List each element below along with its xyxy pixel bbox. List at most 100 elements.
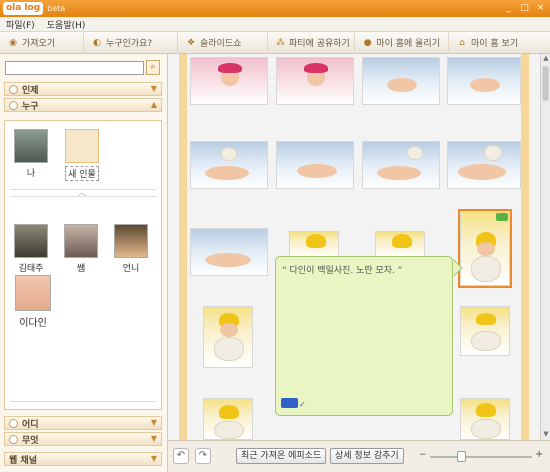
- photo-thumbnail[interactable]: [460, 306, 510, 356]
- avatar: [114, 224, 148, 258]
- photo-thumbnail[interactable]: [203, 306, 253, 368]
- home-label: 마이 홈 보기: [471, 39, 519, 49]
- upload-icon: ●: [363, 37, 372, 48]
- chevron-down-icon: ▼: [150, 84, 157, 93]
- photo-thumbnail[interactable]: [447, 57, 521, 105]
- person-name: 나: [26, 169, 36, 179]
- tag-icon: [9, 434, 18, 444]
- avatar: [14, 224, 48, 258]
- teddy-bear: [407, 146, 423, 160]
- person-me[interactable]: 나: [12, 129, 50, 179]
- photo-thumbnail[interactable]: [276, 141, 354, 189]
- pen-icon[interactable]: [281, 398, 298, 408]
- photo-thumbnail[interactable]: [190, 57, 268, 105]
- scroll-thumb[interactable]: [542, 66, 549, 101]
- minimize-button[interactable]: _: [502, 2, 515, 14]
- person-name: 언니: [122, 264, 140, 274]
- baby-hat: [218, 63, 242, 73]
- section-person-label: 인제: [22, 85, 39, 96]
- section-where-label: 어디: [22, 419, 39, 430]
- chevron-up-icon: ︿: [78, 188, 86, 197]
- vertical-scrollbar[interactable]: ▲ ▼: [540, 54, 550, 440]
- person-unni[interactable]: 언니: [112, 224, 150, 274]
- teddy-bear: [214, 337, 244, 361]
- scroll-down-arrow-icon[interactable]: ▼: [541, 430, 550, 440]
- person-new[interactable]: 새 인물: [62, 129, 102, 181]
- import-icon: ◉: [9, 37, 17, 48]
- view-home-button[interactable]: ⌂ 마이 홈 보기: [449, 32, 550, 54]
- photo-note-popup: “ 다인이 백일사진. 노란 모자. ” ✓: [275, 256, 453, 416]
- menu-help[interactable]: 도움말(H): [47, 18, 86, 31]
- photo-thumbnail[interactable]: [190, 141, 268, 189]
- photo-thumbnail[interactable]: [362, 141, 440, 189]
- baby-hat: [476, 313, 496, 325]
- rotate-left-button[interactable]: ↶: [173, 448, 189, 464]
- chevron-down-icon: ▼: [150, 454, 157, 463]
- photo-thumbnail[interactable]: [289, 231, 339, 259]
- person-ssaem[interactable]: 쌤: [62, 224, 100, 274]
- menu-file[interactable]: 파일(F): [6, 18, 35, 31]
- timeline-strip-right: [521, 54, 529, 440]
- photo-thumbnail[interactable]: [203, 398, 253, 440]
- bottom-bar: ↶ ↷ 최근 가져온 에피소드 상세 정보 감추기 − +: [168, 440, 550, 472]
- chevron-down-icon: ▼: [150, 418, 157, 427]
- photo-thumbnail[interactable]: [190, 228, 268, 276]
- photo-thumbnail[interactable]: [362, 57, 440, 105]
- search-input[interactable]: [5, 61, 144, 75]
- baby-hat: [306, 234, 326, 248]
- person-name: 김태주: [18, 264, 44, 274]
- close-button[interactable]: ×: [534, 2, 547, 14]
- rotate-right-button[interactable]: ↷: [195, 448, 211, 464]
- person-idain[interactable]: 이다인: [12, 275, 54, 329]
- share-label: 파티에 공유하기: [289, 39, 350, 49]
- person-name: 쌤: [76, 264, 86, 274]
- avatar: [15, 275, 51, 311]
- photo-thumbnail[interactable]: [447, 141, 521, 189]
- import-label: 가져오기: [22, 39, 56, 49]
- section-who[interactable]: 누구 ▲: [4, 98, 162, 112]
- photo-thumbnail[interactable]: [375, 231, 425, 259]
- chevron-up-icon: ▲: [150, 100, 157, 109]
- baby-face: [220, 323, 238, 337]
- location-icon: [9, 418, 18, 428]
- baby-body: [387, 78, 417, 92]
- collapse-divider[interactable]: ︿: [10, 188, 156, 197]
- person-kimtaeju[interactable]: 김태주: [12, 224, 50, 274]
- upload-home-button[interactable]: ● 마이 홈에 올리기: [355, 31, 449, 54]
- zoom-slider-handle[interactable]: [457, 451, 466, 462]
- share-icon: ⁂: [276, 37, 285, 48]
- note-text[interactable]: “ 다인이 백일사진. 노란 모자. ”: [282, 263, 402, 276]
- photo-thumbnail[interactable]: [460, 398, 510, 440]
- section-web-channel[interactable]: 웹 채널 ▼: [4, 452, 162, 466]
- slideshow-icon: ❖: [186, 37, 196, 48]
- clock-icon: [9, 84, 18, 94]
- scroll-up-arrow-icon[interactable]: ▲: [541, 54, 550, 64]
- zoom-in-icon[interactable]: +: [535, 449, 543, 460]
- new-person-label: 새 인물: [65, 166, 99, 181]
- baby-hat: [219, 405, 239, 419]
- search-button[interactable]: ⌕: [146, 60, 160, 75]
- zoom-slider[interactable]: [430, 456, 532, 458]
- pen-tip-icon: ✓: [299, 400, 306, 409]
- hide-details-button[interactable]: 상세 정보 감추기: [330, 448, 404, 464]
- baby-body: [205, 166, 249, 180]
- slideshow-button[interactable]: ❖ 슬라이드쇼: [178, 31, 268, 54]
- maximize-button[interactable]: □: [518, 2, 531, 14]
- recent-episode-button[interactable]: 최근 가져온 에피소드: [236, 448, 327, 464]
- section-who-label: 누구: [22, 101, 39, 112]
- share-button[interactable]: ⁂ 파티에 공유하기: [268, 31, 355, 54]
- baby-body: [377, 166, 421, 180]
- chevron-down-icon: ▼: [150, 434, 157, 443]
- teddy-bear: [214, 421, 244, 439]
- baby-body: [470, 78, 500, 92]
- baby-body: [297, 164, 337, 178]
- section-where[interactable]: 어디 ▼: [4, 416, 162, 430]
- import-button[interactable]: ◉ 가져오기: [0, 31, 84, 54]
- section-what[interactable]: 무엇 ▼: [4, 432, 162, 446]
- who-button[interactable]: ◐ 누구인가요?: [84, 31, 178, 54]
- zoom-out-icon[interactable]: −: [419, 450, 427, 460]
- section-person[interactable]: 인제 ▼: [4, 82, 162, 96]
- photo-thumbnail[interactable]: [276, 57, 354, 105]
- placeholder-avatar-icon: [65, 129, 99, 163]
- baby-hat: [304, 63, 328, 73]
